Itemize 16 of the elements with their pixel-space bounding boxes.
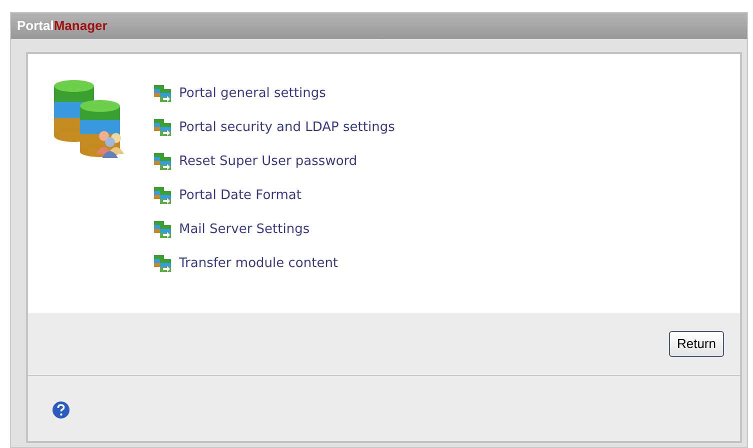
database-arrow-icon — [154, 118, 173, 137]
settings-link[interactable]: Mail Server Settings — [179, 219, 310, 240]
database-arrow-icon — [154, 152, 173, 171]
database-arrow-icon — [154, 220, 173, 239]
settings-link[interactable]: Portal Date Format — [179, 185, 302, 206]
settings-link[interactable]: Portal security and LDAP settings — [179, 117, 395, 138]
help-icon[interactable] — [52, 400, 70, 419]
database-arrow-icon — [154, 186, 173, 205]
settings-link[interactable]: Transfer module content — [179, 253, 338, 274]
settings-link[interactable]: Portal general settings — [179, 83, 326, 104]
app-title-suffix: Manager — [54, 17, 108, 36]
return-button[interactable]: Return — [668, 331, 724, 357]
app-title: Portal — [17, 17, 54, 36]
settings-link[interactable]: Reset Super User password — [179, 151, 358, 172]
database-arrow-icon — [154, 254, 173, 273]
database-arrow-icon — [154, 84, 173, 103]
